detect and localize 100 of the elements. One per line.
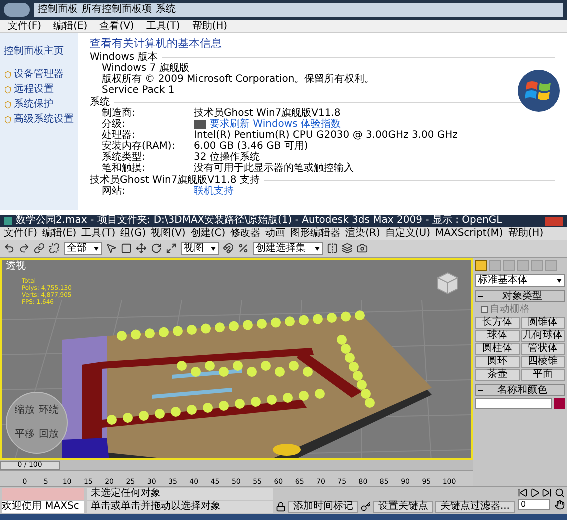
listener-field[interactable] xyxy=(2,488,84,500)
row-label: 制造商: xyxy=(102,108,136,119)
primitive-button[interactable]: 四棱锥 xyxy=(520,356,565,368)
menu-item[interactable]: 渲染(R) xyxy=(346,227,380,240)
menu-item[interactable]: 帮助(H) xyxy=(192,20,228,32)
wheel-label[interactable]: 平移 xyxy=(15,430,35,440)
primitive-button[interactable]: 长方体 xyxy=(475,317,520,329)
menu-item[interactable]: MAXScript(M) xyxy=(436,227,504,240)
category-dropdown[interactable]: 标准基本体 xyxy=(475,274,565,287)
script-field[interactable]: 欢迎使用 MAXSc xyxy=(2,501,84,513)
primitive-button[interactable]: 圆柱体 xyxy=(475,343,520,355)
breadcrumb-item[interactable]: 控制面板 xyxy=(38,3,78,17)
section-heading: 技术员Ghost Win7旗舰版V11.8 支持 xyxy=(90,175,260,186)
key-icon[interactable] xyxy=(361,502,372,512)
render-icon[interactable] xyxy=(357,243,368,254)
menu-item[interactable]: 帮助(H) xyxy=(508,227,544,240)
menu-item[interactable]: 图形编辑器 xyxy=(290,227,341,240)
menu-item[interactable]: 编辑(E) xyxy=(54,20,88,32)
unlink-icon[interactable] xyxy=(49,243,60,254)
minus-icon xyxy=(478,388,483,392)
wheel-label[interactable]: 缩放 xyxy=(15,406,35,416)
add-time-tag-button[interactable]: 添加时间标记 xyxy=(288,501,358,513)
scale-icon[interactable] xyxy=(166,243,177,254)
rollout-header[interactable]: 名称和颜色 xyxy=(475,384,565,396)
menu-item[interactable]: 修改器 xyxy=(230,227,261,240)
zoom-icon[interactable] xyxy=(555,488,565,498)
menu-item[interactable]: 工具(T) xyxy=(82,227,116,240)
primitive-button[interactable]: 圆锥体 xyxy=(520,317,565,329)
caret-icon xyxy=(557,278,562,282)
wheel-label[interactable]: 环绕 xyxy=(39,406,59,416)
autogrid-checkbox[interactable] xyxy=(481,306,488,313)
panel-tab-icon[interactable] xyxy=(475,260,487,271)
info-link[interactable]: 要求刷新 Windows 体验指数 xyxy=(210,119,341,130)
sidebar-link[interactable]: 控制面板主页 xyxy=(4,46,64,57)
view-cube-icon[interactable] xyxy=(435,270,461,296)
previous-frame-icon[interactable] xyxy=(518,488,528,498)
info-link[interactable]: 联机支持 xyxy=(194,186,234,197)
select-icon[interactable] xyxy=(106,243,117,254)
color-swatch[interactable] xyxy=(554,398,565,409)
row-label: 网站: xyxy=(102,186,126,197)
redo-icon[interactable] xyxy=(19,243,30,254)
play-icon[interactable] xyxy=(530,488,540,498)
row-label: 安装内存(RAM): xyxy=(102,141,176,152)
primitive-button[interactable]: 圆环 xyxy=(475,356,520,368)
key-filters-button[interactable]: 关键点过滤器... xyxy=(435,501,515,513)
close-button[interactable] xyxy=(545,216,563,226)
shield-icon xyxy=(4,86,12,94)
pan-icon[interactable] xyxy=(555,500,565,510)
shield-icon xyxy=(4,100,12,108)
primitive-button[interactable]: 平面 xyxy=(520,369,565,381)
breadcrumb-field[interactable]: 控制面板 所有控制面板项 系统 xyxy=(34,3,563,17)
breadcrumb-item[interactable]: 系统 xyxy=(156,3,176,17)
viewport-label[interactable]: 透视 xyxy=(6,261,26,272)
caret-icon xyxy=(315,246,320,250)
wheel-label[interactable]: 回放 xyxy=(39,430,59,440)
menu-item[interactable]: 视图(V) xyxy=(151,227,186,240)
menu-item[interactable]: 查看(V) xyxy=(100,20,134,32)
prompt-text: 单击或单击并拖动以选择对象 xyxy=(87,501,274,513)
menu-item[interactable]: 工具(T) xyxy=(146,20,180,32)
sidebar-link[interactable]: 设备管理器 xyxy=(14,69,64,80)
sidebar-link[interactable]: 高级系统设置 xyxy=(14,114,74,125)
region-select-icon[interactable] xyxy=(121,243,132,254)
sidebar-link[interactable]: 远程设置 xyxy=(14,84,54,95)
menu-item[interactable]: 文件(F) xyxy=(8,20,42,32)
next-frame-icon[interactable] xyxy=(542,488,552,498)
menu-item[interactable]: 文件(F) xyxy=(4,227,38,240)
menu-item[interactable]: 编辑(E) xyxy=(42,227,77,240)
sidebar-link[interactable]: 系统保护 xyxy=(14,99,54,110)
navigation-wheel[interactable]: 缩放 环绕 平移 回放 xyxy=(6,392,68,454)
selection-filter-dropdown[interactable]: 全部 xyxy=(64,242,102,255)
row-value: Windows 7 旗舰版 xyxy=(102,63,190,74)
row-label: 分级: xyxy=(102,119,126,130)
breadcrumb-item[interactable]: 所有控制面板项 xyxy=(82,3,152,17)
frame-field[interactable]: 0 xyxy=(518,499,550,510)
reference-dropdown[interactable]: 视图 xyxy=(181,242,219,255)
rollout-header[interactable]: 对象类型 xyxy=(475,290,565,302)
snap-icon[interactable] xyxy=(223,243,234,254)
rotate-icon[interactable] xyxy=(151,243,162,254)
primitive-button[interactable]: 茶壶 xyxy=(475,369,520,381)
section-heading: Windows 版本 xyxy=(90,52,158,63)
app-icon xyxy=(4,217,12,225)
set-key-button[interactable]: 设置关键点 xyxy=(373,501,434,513)
menu-item[interactable]: 动画 xyxy=(266,227,286,240)
layers-icon[interactable] xyxy=(342,243,353,254)
undo-icon[interactable] xyxy=(4,243,15,254)
link-icon[interactable] xyxy=(34,243,45,254)
percent-snap-icon[interactable] xyxy=(238,243,249,254)
primitive-button[interactable]: 球体 xyxy=(475,330,520,342)
menu-item[interactable]: 创建(C) xyxy=(190,227,226,240)
menu-item[interactable]: 组(G) xyxy=(120,227,146,240)
selection-set-dropdown[interactable]: 创建选择集 xyxy=(253,242,323,255)
lock-icon[interactable] xyxy=(276,502,286,512)
menu-item[interactable]: 自定义(U) xyxy=(385,227,431,240)
primitive-button[interactable]: 管状体 xyxy=(520,343,565,355)
name-field[interactable] xyxy=(475,398,552,409)
back-forward-icon[interactable] xyxy=(4,3,30,17)
primitive-button[interactable]: 几何球体 xyxy=(520,330,565,342)
mirror-icon[interactable] xyxy=(327,243,338,254)
move-icon[interactable] xyxy=(136,243,147,254)
row-value: Intel(R) Pentium(R) CPU G2030 @ 3.00GHz 3.00 GHz xyxy=(194,130,458,141)
